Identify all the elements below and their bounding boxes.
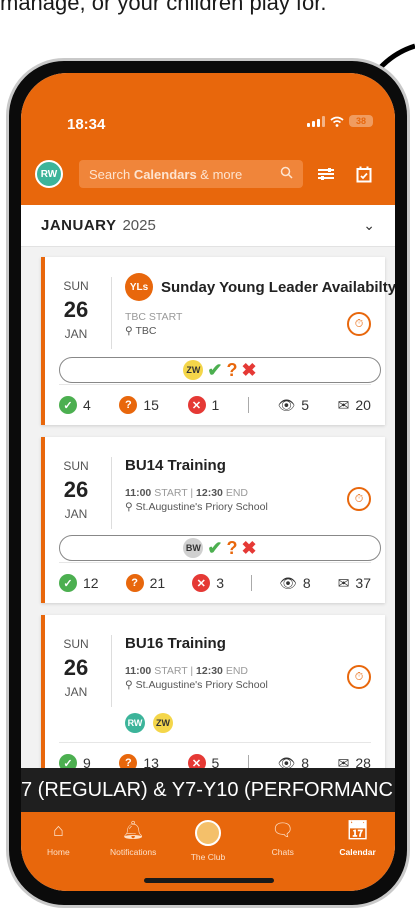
eye-icon: 👁 [277, 396, 296, 413]
tab-home[interactable]: ⌂ Home [21, 812, 96, 891]
envelope-icon: ✉ [337, 396, 350, 413]
search-placeholder: Search Calendars & more [89, 166, 243, 182]
event-date: SUN 26 JAN [63, 279, 89, 341]
check-icon: ✓ [59, 574, 77, 592]
tab-label: The Club [190, 852, 226, 862]
event-card[interactable]: SUN 26 JAN YLs Sunday Young Leader Avail… [41, 257, 395, 425]
search-input[interactable]: Search Calendars & more [79, 160, 303, 188]
month-name: JANUARY [41, 217, 117, 234]
app-screen: 18:34 38 RW Search Calendars & more JANU… [21, 73, 395, 891]
person-chip: BW [183, 538, 204, 558]
stopwatch-icon[interactable]: ⏱ [347, 665, 371, 689]
maybe-icon[interactable]: ? [227, 538, 238, 559]
event-stats: ✓ 12 ? 21 ✕ 3 👁 8 ✉ 37 [59, 562, 371, 603]
date-divider [111, 635, 112, 707]
tab-calendar[interactable]: 📅︎ Calendar [320, 812, 395, 891]
status-icons: 38 [307, 115, 373, 127]
person-chip: RW [125, 713, 145, 733]
month-year: 2025 [122, 217, 156, 234]
event-title: Sunday Young Leader Availabilty [161, 279, 395, 296]
divider [247, 397, 249, 413]
phone-frame: 18:34 38 RW Search Calendars & more JANU… [6, 58, 410, 908]
event-time: 11:00 START | 12:30 END [125, 487, 248, 499]
wifi-icon [330, 116, 344, 127]
home-icon: ⌂ [52, 820, 64, 840]
month-selector[interactable]: JANUARY 2025 ⌄ [21, 205, 395, 247]
organisation-badge: YLs [125, 273, 153, 301]
chevron-down-icon[interactable]: ⌄ [363, 217, 375, 234]
event-time: TBC START [125, 311, 183, 323]
question-icon: ? [125, 574, 144, 592]
app-header: 18:34 38 RW Search Calendars & more [21, 73, 395, 205]
scrolling-banner[interactable]: 7 (REGULAR) & Y7-Y10 (PERFORMANC [21, 768, 395, 812]
battery-icon: 38 [349, 115, 373, 127]
tab-label: Calendar [339, 847, 376, 857]
event-stats: ✓ 4 ? 15 ✕ 1 👁 5 ✉ 20 [59, 384, 371, 425]
signal-icon [307, 115, 325, 127]
event-date: SUN 26 JAN [63, 459, 89, 521]
envelope-icon: ✉ [337, 574, 350, 591]
tab-label: Chats [271, 847, 294, 857]
unavailable-icon[interactable]: ✖ [242, 538, 257, 559]
stopwatch-icon[interactable]: ⏱ [347, 312, 371, 336]
attendee-chips: RW ZW [125, 713, 173, 733]
event-title: BU16 Training [125, 635, 226, 652]
profile-avatar[interactable]: RW [35, 160, 63, 188]
availability-bar[interactable]: BW ✔ ? ✖ [59, 535, 381, 561]
event-time: 11:00 START | 12:30 END [125, 665, 248, 677]
question-icon: ? [119, 396, 138, 414]
availability-bar[interactable]: ZW ✔ ? ✖ [59, 357, 381, 383]
date-divider [111, 277, 112, 349]
event-title: BU14 Training [125, 457, 226, 474]
person-chip: ZW [183, 360, 204, 380]
unavailable-icon[interactable]: ✖ [242, 360, 257, 381]
club-crest-icon [194, 820, 221, 846]
location-pin-icon: ⚲ [125, 501, 133, 513]
event-card[interactable]: SUN 26 JAN BU16 Training 11:00 START | 1… [41, 615, 385, 783]
available-icon[interactable]: ✔ [207, 360, 222, 381]
tab-label: Notifications [110, 847, 157, 857]
event-location: ⚲ TBC [125, 325, 157, 337]
stopwatch-icon[interactable]: ⏱ [347, 487, 371, 511]
cross-icon: ✕ [187, 396, 206, 414]
event-location: ⚲ St.Augustine's Priory School [125, 679, 268, 691]
search-icon [280, 166, 293, 182]
add-event-icon[interactable] [351, 161, 377, 187]
event-card[interactable]: SUN 26 JAN BU14 Training 11:00 START | 1… [41, 437, 385, 603]
eye-icon: 👁 [279, 574, 297, 591]
chat-icon: 🗨︎ [271, 820, 295, 840]
event-date: SUN 26 JAN [63, 637, 89, 699]
cross-icon: ✕ [192, 574, 211, 592]
check-icon: ✓ [59, 396, 77, 414]
location-pin-icon: ⚲ [125, 679, 133, 691]
home-indicator[interactable] [144, 878, 274, 883]
filter-icon[interactable] [313, 161, 339, 187]
calendar-icon: 📅︎ [346, 820, 370, 840]
tab-label: Home [47, 847, 70, 857]
event-location: ⚲ St.Augustine's Priory School [125, 501, 268, 513]
location-pin-icon: ⚲ [125, 325, 133, 337]
available-icon[interactable]: ✔ [207, 538, 222, 559]
status-time: 18:34 [67, 116, 106, 133]
date-divider [111, 457, 112, 529]
divider [251, 575, 253, 591]
page-caption: manage, or your children play for. [0, 0, 327, 15]
maybe-icon[interactable]: ? [227, 360, 238, 381]
person-chip: ZW [153, 713, 173, 733]
bell-icon: 🔔︎ [121, 820, 145, 840]
